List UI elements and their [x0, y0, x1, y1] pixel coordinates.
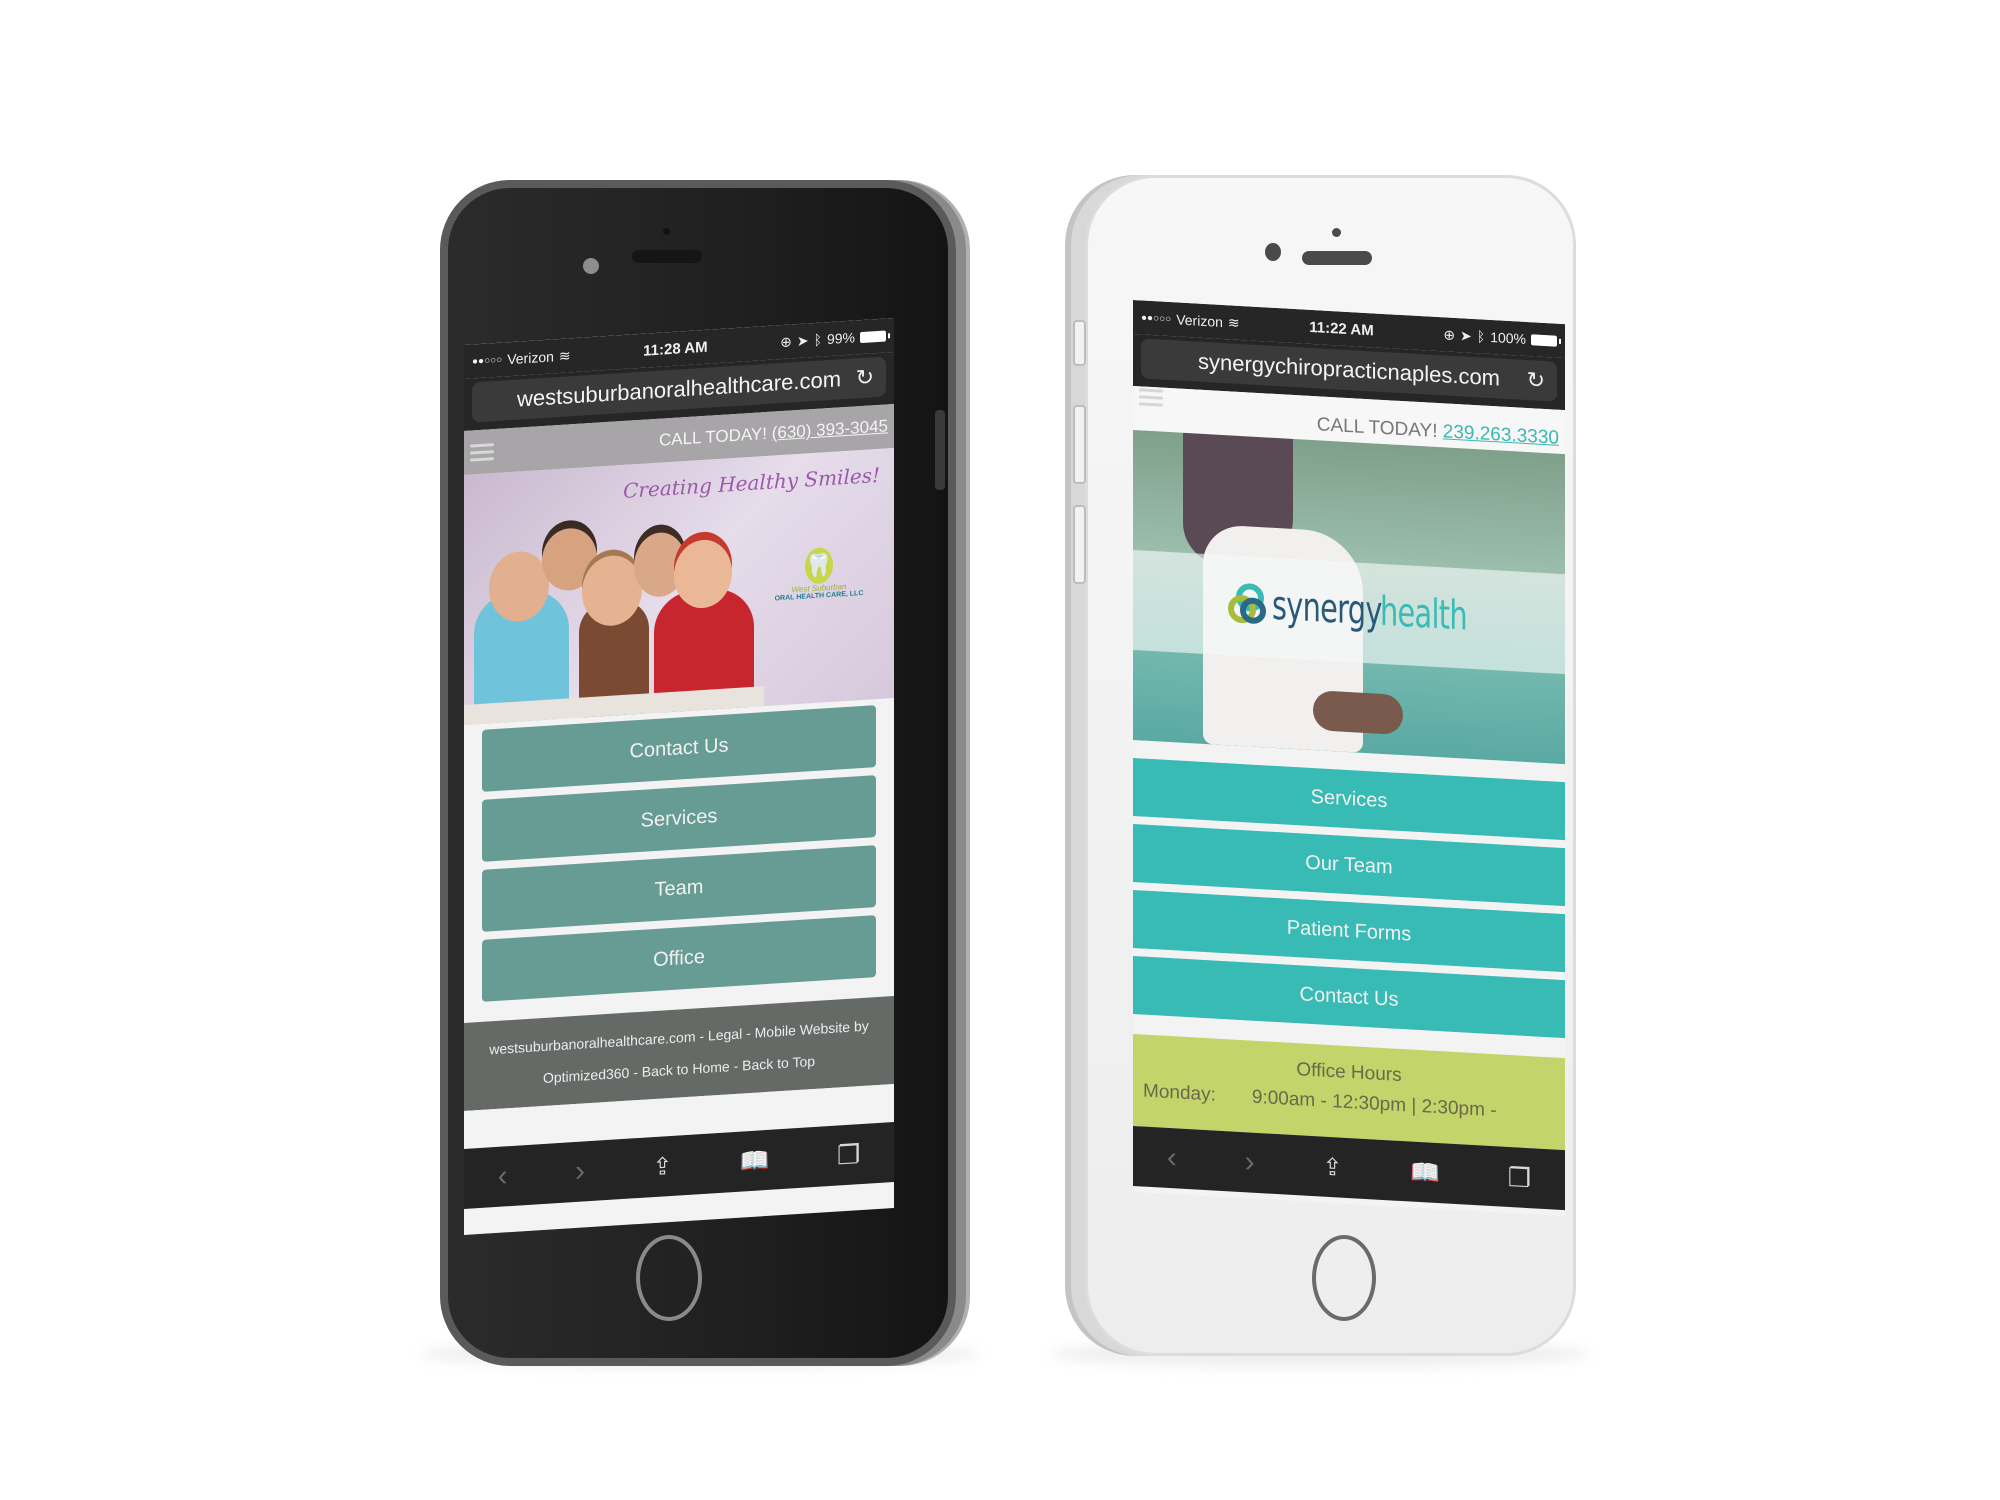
- location-icon: ➤: [1460, 326, 1472, 344]
- rotation-lock-icon: ⊕: [1443, 325, 1456, 343]
- nav-menu: Contact Us Services Team Office: [464, 697, 894, 1023]
- earpiece-speaker: [1302, 251, 1372, 265]
- wifi-icon: ≋: [558, 346, 571, 364]
- clock: 11:22 AM: [1309, 318, 1374, 339]
- call-label: CALL TODAY!: [1316, 414, 1438, 443]
- practice-logo: 🦷 West Suburban ORAL HEALTH CARE, LLC: [774, 545, 864, 603]
- hero-tagline: Creating Healthy Smiles!: [623, 462, 880, 503]
- sensor-dot: [1332, 228, 1341, 237]
- battery-icon: [1531, 333, 1557, 347]
- back-icon[interactable]: ‹: [1167, 1141, 1177, 1176]
- battery-percent: 100%: [1490, 328, 1526, 347]
- logo-text-health: health: [1380, 588, 1468, 640]
- tabs-icon[interactable]: ❐: [837, 1139, 860, 1171]
- volume-up-button[interactable]: [1073, 405, 1086, 484]
- wifi-icon: ≋: [1227, 313, 1240, 331]
- home-button[interactable]: [1312, 1235, 1376, 1321]
- power-button[interactable]: [935, 410, 945, 490]
- bluetooth-icon: ᛒ: [813, 331, 822, 349]
- share-icon[interactable]: ⇪: [1322, 1152, 1342, 1182]
- back-icon[interactable]: ‹: [498, 1159, 508, 1194]
- office-hours-day: Monday:: [1143, 1080, 1216, 1106]
- hero-banner: synergy health: [1133, 430, 1565, 765]
- carrier: Verizon: [1176, 311, 1223, 331]
- mute-switch[interactable]: [1073, 320, 1086, 366]
- call-label: CALL TODAY!: [658, 423, 767, 450]
- phone-number-link[interactable]: 239.263.3330: [1443, 421, 1559, 448]
- menu-icon[interactable]: [1139, 388, 1163, 407]
- rotation-lock-icon: ⊕: [780, 332, 792, 350]
- clock: 11:28 AM: [643, 338, 708, 360]
- menu-icon[interactable]: [470, 442, 494, 462]
- tabs-icon[interactable]: ❐: [1508, 1161, 1531, 1193]
- carrier: Verizon: [507, 348, 554, 368]
- screen: ●●○○○ Verizon ≋ 11:22 AM ⊕ ➤ ᛒ 100% syne…: [1133, 300, 1565, 1217]
- phone-number-link[interactable]: (630) 393-3045: [772, 416, 888, 442]
- bookmarks-icon[interactable]: 📖: [740, 1145, 770, 1176]
- logo-text-synergy: synergy: [1272, 582, 1382, 635]
- reload-icon[interactable]: ↻: [1527, 367, 1545, 394]
- signal-icon: ●●○○○: [1141, 311, 1172, 325]
- bookmarks-icon[interactable]: 📖: [1410, 1157, 1440, 1188]
- battery-icon: [860, 329, 886, 343]
- reload-icon[interactable]: ↻: [856, 364, 874, 391]
- tooth-icon: 🦷: [805, 546, 833, 585]
- share-icon[interactable]: ⇪: [652, 1151, 672, 1181]
- earpiece-speaker: [632, 250, 702, 263]
- bluetooth-icon: ᛒ: [1476, 328, 1486, 345]
- front-camera: [583, 258, 599, 274]
- sensor-dot: [663, 228, 670, 235]
- forward-icon[interactable]: ›: [1245, 1145, 1255, 1180]
- synergy-logo-mark: [1228, 582, 1266, 626]
- location-icon: ➤: [796, 331, 809, 349]
- hero-photo-people: [464, 516, 764, 725]
- signal-icon: ●●○○○: [472, 354, 503, 367]
- url-text: synergychiropracticnaples.com: [1197, 348, 1501, 391]
- home-button[interactable]: [636, 1235, 702, 1321]
- front-camera: [1265, 243, 1281, 261]
- volume-down-button[interactable]: [1073, 505, 1086, 584]
- hero-banner: Creating Healthy Smiles! 🦷 West Suburban…: [464, 447, 894, 725]
- screen: ●●○○○ Verizon ≋ 11:28 AM ⊕ ➤ ᛒ 99% wests…: [464, 317, 894, 1236]
- forward-icon[interactable]: ›: [575, 1154, 585, 1189]
- url-text: westsuburbanoralhealthcare.com: [516, 366, 842, 412]
- battery-percent: 99%: [826, 329, 855, 348]
- nav-menu: Services Our Team Patient Forms Contact …: [1133, 740, 1565, 1059]
- office-hours-time: 9:00am - 12:30pm | 2:30pm -: [1251, 1086, 1497, 1122]
